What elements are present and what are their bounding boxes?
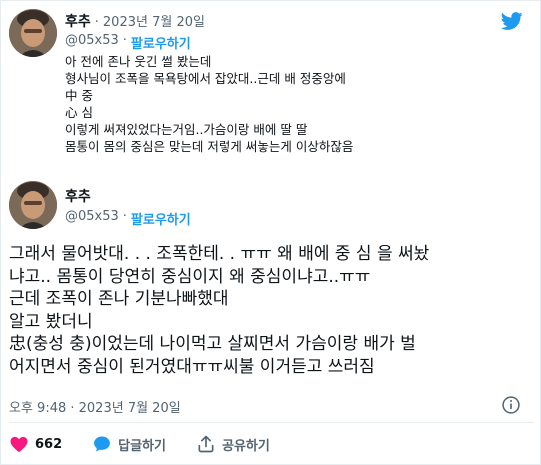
reply-button[interactable]: 답글하기 — [92, 434, 166, 454]
author-handle[interactable]: @05x53 — [65, 209, 119, 228]
tweet-date[interactable]: 2023년 7월 20일 — [103, 11, 205, 30]
like-button[interactable]: 662 — [9, 434, 62, 454]
tweet2-line: 忠(충성 충)이었는데 나이먹고 살찌면서 가슴이랑 배가 벌 — [9, 334, 416, 354]
tweet-embed-card: 후추 · 2023년 7월 20일 @05x53 · 팔로우하기 아 전에 존나… — [0, 0, 541, 465]
tweet1-line: 형사님이 조폭을 목욕탕에서 잡았대..근데 배 정중앙에 — [65, 71, 346, 86]
tweet-author-header: 후추 · 2023년 7월 20일 — [65, 11, 205, 31]
divider — [9, 422, 534, 423]
reply-label: 답글하기 — [118, 438, 166, 454]
info-icon[interactable] — [501, 395, 521, 415]
author-handle[interactable]: @05x53 — [65, 33, 119, 52]
tweet2-text: 그래서 물어밧대. . . 조폭한테. . ㅠㅠ 왜 배에 중 심 을 써놨 냐… — [9, 243, 534, 378]
avatar[interactable] — [9, 181, 57, 229]
tweet1-line: 中 중 — [65, 88, 93, 103]
handle-row: @05x53 · 팔로우하기 — [65, 209, 191, 228]
tweet1-line: 이렇게 써져있었다는거임..가슴이랑 배에 딸 딸 — [65, 122, 308, 137]
author-name[interactable]: 후추 — [65, 186, 91, 206]
tweet1-line: 몸통이 몸의 중심은 맞는데 저렇게 써놓는게 이상하잖음 — [65, 139, 354, 154]
share-label: 공유하기 — [221, 438, 270, 454]
follow-button[interactable]: 팔로우하기 — [131, 209, 191, 228]
handle-row: @05x53 · 팔로우하기 — [65, 33, 191, 52]
tweet2-line: 냐고.. 몸통이 당연히 중심이지 왜 중심이냐고..ㅠㅠ — [9, 266, 371, 287]
author-name[interactable]: 후추 — [65, 11, 91, 31]
separator-dot: · — [122, 33, 127, 48]
avatar[interactable] — [9, 9, 57, 57]
follow-button[interactable]: 팔로우하기 — [131, 33, 191, 52]
tweet-author-header: 후추 — [65, 186, 91, 206]
speech-bubble-icon — [94, 436, 111, 452]
share-button[interactable]: 공유하기 — [196, 434, 270, 454]
twitter-bird-icon[interactable] — [499, 10, 525, 32]
tweet1-text: 아 전에 존나 웃긴 썰 봤는데 형사님이 조폭을 목욕탕에서 잡았대..근데 … — [65, 53, 535, 155]
separator-dot: · — [94, 15, 99, 30]
tweet2-line: 그래서 물어밧대. . . 조폭한테. . ㅠㅠ 왜 배에 중 심 을 써놨 — [9, 244, 430, 264]
separator-dot: · — [122, 209, 127, 224]
tweet1-line: 心 심 — [65, 105, 93, 120]
like-count: 662 — [35, 436, 63, 452]
tweet2-line: 알고 봤더니 — [9, 311, 93, 332]
tweet-timestamp[interactable]: 오후 9:48 · 2023년 7월 20일 — [9, 397, 181, 416]
share-upload-icon — [198, 435, 214, 453]
tweet-actions-bar: 662 답글하기 공유하기 — [9, 434, 300, 454]
tweet2-line: 근데 조폭이 존나 기분나빠했대 — [9, 289, 229, 309]
tweet1-line: 아 전에 존나 웃긴 썰 봤는데 — [65, 54, 212, 69]
tweet2-line: 어지면서 중심이 된거였대ㅠㅠ씨불 이거듣고 쓰러짐 — [9, 356, 375, 377]
heart-icon — [10, 436, 28, 452]
